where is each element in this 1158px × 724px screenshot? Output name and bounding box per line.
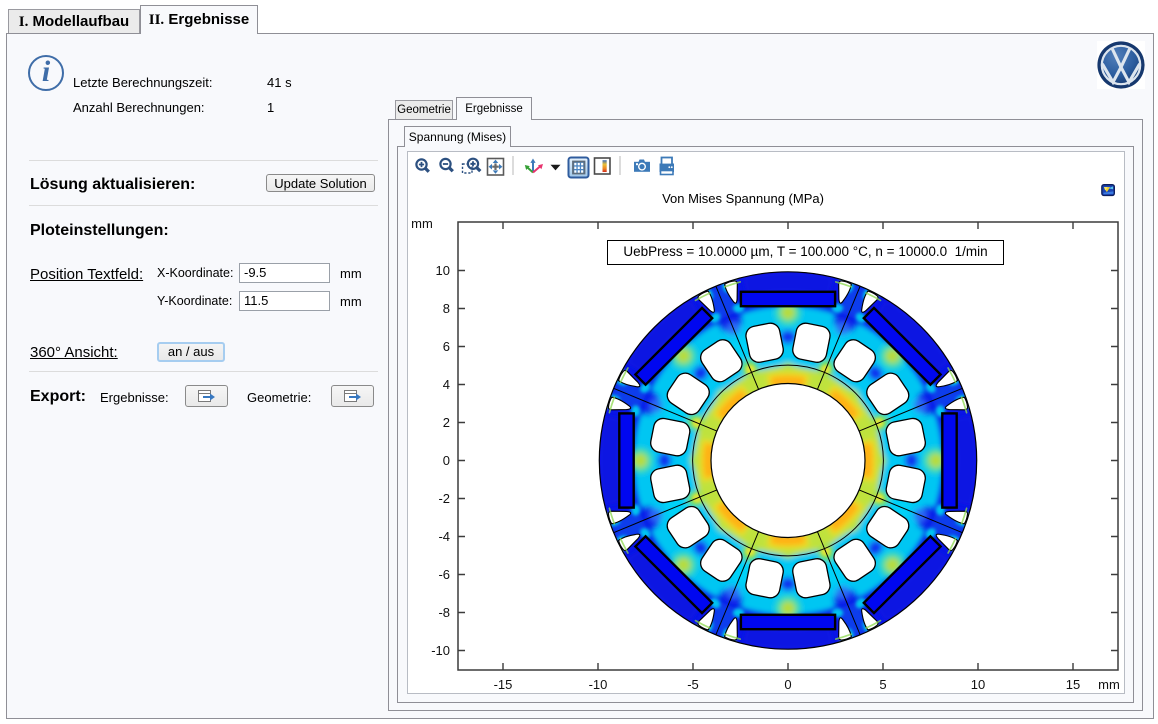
svg-text:6: 6 bbox=[443, 339, 450, 354]
svg-text:-8: -8 bbox=[438, 605, 450, 620]
svg-text:0: 0 bbox=[443, 453, 450, 468]
svg-text:10: 10 bbox=[436, 263, 450, 278]
svg-text:15: 15 bbox=[1066, 677, 1080, 692]
svg-text:-4: -4 bbox=[438, 529, 450, 544]
svg-text:-6: -6 bbox=[438, 567, 450, 582]
svg-text:2: 2 bbox=[443, 415, 450, 430]
svg-text:mm: mm bbox=[1098, 677, 1120, 692]
svg-text:4: 4 bbox=[443, 377, 450, 392]
svg-text:5: 5 bbox=[879, 677, 886, 692]
svg-text:-2: -2 bbox=[438, 491, 450, 506]
svg-text:mm: mm bbox=[411, 216, 433, 231]
svg-text:-10: -10 bbox=[431, 643, 450, 658]
svg-text:-10: -10 bbox=[589, 677, 608, 692]
svg-text:-5: -5 bbox=[687, 677, 699, 692]
svg-text:8: 8 bbox=[443, 301, 450, 316]
svg-text:0: 0 bbox=[784, 677, 791, 692]
svg-text:-15: -15 bbox=[494, 677, 513, 692]
svg-text:10: 10 bbox=[971, 677, 985, 692]
